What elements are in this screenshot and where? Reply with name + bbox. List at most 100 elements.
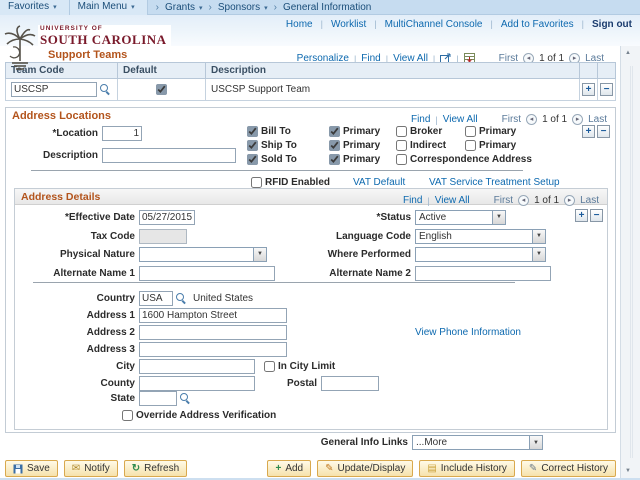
- country-label: Country: [15, 293, 135, 304]
- next-page-icon[interactable]: [572, 114, 583, 125]
- multichannel-console-link[interactable]: MultiChannel Console: [385, 19, 483, 30]
- description-cell: USCSP Support Team: [206, 79, 580, 101]
- indirect-primary-checkbox[interactable]: [465, 140, 476, 151]
- alternate-name1-label: Alternate Name 1: [15, 268, 135, 279]
- view-all-link[interactable]: View All: [443, 114, 478, 125]
- ship-primary-checkbox[interactable]: [329, 140, 340, 151]
- bill-primary-checkbox[interactable]: [329, 126, 340, 137]
- address1-input[interactable]: [139, 308, 287, 323]
- scroll-down-icon[interactable]: [625, 468, 631, 474]
- default-checkbox[interactable]: [156, 84, 167, 95]
- add-row-button[interactable]: [582, 125, 595, 138]
- correspondence-address-checkbox-item: Correspondence Address: [396, 153, 532, 166]
- address3-input[interactable]: [139, 342, 287, 357]
- chevron-down-icon[interactable]: [532, 248, 545, 261]
- view-phone-information-link[interactable]: View Phone Information: [415, 327, 521, 338]
- refresh-button[interactable]: Refresh: [124, 460, 187, 477]
- team-code-input[interactable]: [11, 82, 97, 97]
- chevron-down-icon: [131, 1, 135, 12]
- home-link[interactable]: Home: [286, 19, 313, 30]
- bill-to-checkbox[interactable]: [247, 126, 258, 137]
- country-input[interactable]: [139, 291, 173, 306]
- broker-primary-checkbox[interactable]: [465, 126, 476, 137]
- postal-input[interactable]: [321, 376, 379, 391]
- address-details-title: Address Details: [21, 191, 100, 203]
- status-select[interactable]: Active: [415, 210, 506, 225]
- address-locations-title: Address Locations: [12, 110, 111, 122]
- delete-row-button[interactable]: [600, 83, 613, 96]
- search-icon[interactable]: [180, 393, 191, 404]
- first-label[interactable]: First: [502, 114, 521, 125]
- main-menu[interactable]: Main Menu: [70, 0, 148, 15]
- add-button[interactable]: Add: [267, 460, 311, 477]
- location-description-input[interactable]: [102, 148, 236, 163]
- city-input[interactable]: [139, 359, 255, 374]
- breadcrumb-grants[interactable]: Grants: [165, 2, 203, 13]
- effective-date-input[interactable]: [139, 210, 195, 225]
- table-row: USCSP Support Team: [6, 79, 616, 101]
- vat-service-treatment-setup-link[interactable]: VAT Service Treatment Setup: [429, 177, 560, 188]
- correct-history-button[interactable]: Correct History: [521, 460, 616, 477]
- add-to-favorites-link[interactable]: Add to Favorites: [501, 19, 574, 30]
- indirect-checkbox[interactable]: [396, 140, 407, 151]
- add-row-button[interactable]: [582, 83, 595, 96]
- correspondence-address-checkbox[interactable]: [396, 154, 407, 165]
- chevron-down-icon[interactable]: [492, 211, 505, 224]
- include-history-button[interactable]: Include History: [419, 460, 515, 477]
- header-links: Home Worklist MultiChannel Console Add t…: [286, 19, 632, 30]
- worklist-link[interactable]: Worklist: [331, 19, 366, 30]
- view-all-link[interactable]: View All: [435, 195, 470, 206]
- previous-page-icon[interactable]: [518, 195, 529, 206]
- previous-page-icon[interactable]: [526, 114, 537, 125]
- search-icon[interactable]: [176, 293, 187, 304]
- last-label[interactable]: Last: [580, 195, 599, 206]
- find-link[interactable]: Find: [411, 114, 430, 125]
- sold-primary-checkbox[interactable]: [329, 154, 340, 165]
- broker-checkbox[interactable]: [396, 126, 407, 137]
- delete-row-button[interactable]: [597, 125, 610, 138]
- history-page-icon: [427, 464, 436, 474]
- in-city-limit-checkbox[interactable]: [264, 361, 275, 372]
- logo-line2: SOUTH CAROLINA: [40, 33, 167, 46]
- country-name: United States: [193, 293, 253, 304]
- address-details-header: Address Details Find View All First 1 of…: [15, 189, 607, 205]
- state-input[interactable]: [139, 391, 177, 406]
- next-page-icon[interactable]: [564, 195, 575, 206]
- address2-row: Address 2 View Phone Information: [15, 324, 607, 340]
- location-input[interactable]: [102, 126, 142, 141]
- university-logo: UNIVERSITY OF SOUTH CAROLINA: [2, 25, 171, 71]
- first-label[interactable]: First: [494, 195, 513, 206]
- search-icon[interactable]: [100, 84, 111, 95]
- save-button[interactable]: Save: [5, 460, 58, 477]
- vertical-scrollbar[interactable]: [620, 46, 640, 478]
- scrollbar-track[interactable]: [630, 66, 633, 458]
- language-code-select[interactable]: English: [415, 229, 546, 244]
- address2-input[interactable]: [139, 325, 287, 340]
- update-display-button[interactable]: Update/Display: [317, 460, 413, 477]
- scroll-up-icon[interactable]: [625, 50, 631, 56]
- alternate-name2-input[interactable]: [415, 266, 551, 281]
- chevron-down-icon[interactable]: [529, 436, 542, 449]
- address1-label: Address 1: [15, 310, 135, 321]
- notify-button[interactable]: Notify: [64, 460, 118, 477]
- override-address-verification-checkbox[interactable]: [122, 410, 133, 421]
- favorites-menu[interactable]: Favorites: [0, 0, 70, 15]
- address-locations-header: Address Locations Find View All First 1 …: [6, 108, 615, 124]
- breadcrumb-sponsors[interactable]: Sponsors: [218, 2, 268, 13]
- ship-to-checkbox[interactable]: [247, 140, 258, 151]
- last-label[interactable]: Last: [588, 114, 607, 125]
- general-info-links-select[interactable]: ...More: [412, 435, 543, 450]
- logo-text: UNIVERSITY OF SOUTH CAROLINA: [38, 25, 171, 48]
- where-performed-label: Where Performed: [243, 249, 411, 260]
- vat-default-link[interactable]: VAT Default: [353, 177, 405, 188]
- find-link[interactable]: Find: [403, 195, 422, 206]
- city-row: City In City Limit: [15, 358, 607, 374]
- breadcrumb-general-information[interactable]: General Information: [283, 2, 371, 13]
- where-performed-select[interactable]: [415, 247, 546, 262]
- sign-out-link[interactable]: Sign out: [592, 19, 632, 30]
- chevron-down-icon[interactable]: [532, 230, 545, 243]
- rfid-enabled-checkbox[interactable]: [251, 177, 262, 188]
- county-input[interactable]: [139, 376, 255, 391]
- sold-to-checkbox[interactable]: [247, 154, 258, 165]
- address-details-section: Address Details Find View All First 1 of…: [14, 188, 608, 430]
